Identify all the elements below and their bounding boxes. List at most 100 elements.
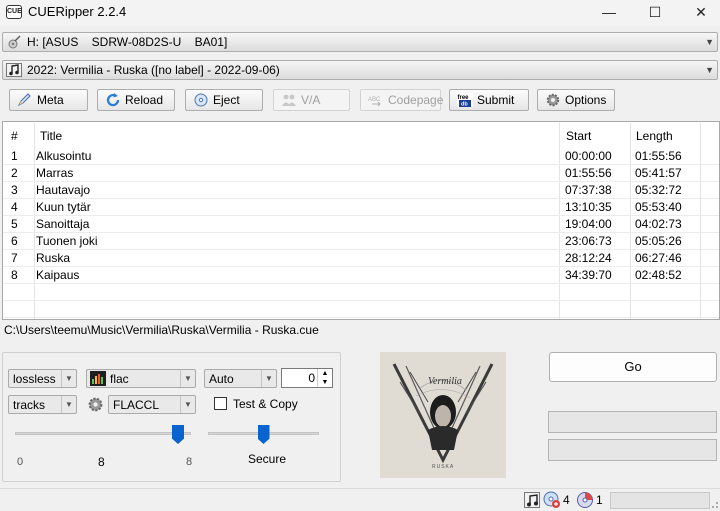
status-progress-bar [610, 492, 710, 509]
track-number: 8 [11, 268, 18, 282]
release-select-value: 2022: Vermilia - Ruska ([no label] - 202… [27, 63, 280, 77]
ctdb-disc-icon [577, 492, 593, 508]
drive-select[interactable]: H: [ASUS SDRW-08D2S-U BA01] ▼ [2, 32, 718, 52]
track-length: 02:48:52 [635, 268, 682, 282]
test-copy-checkbox[interactable] [214, 397, 227, 410]
accuraterip-disc-icon [543, 491, 560, 508]
track-title: Alkusointu [36, 149, 92, 163]
reload-icon [106, 93, 120, 107]
various-artists-icon [282, 94, 296, 106]
eject-disc-icon [194, 93, 208, 107]
release-select[interactable]: 2022: Vermilia - Ruska ([no label] - 202… [2, 60, 718, 80]
track-start: 28:12:24 [565, 251, 612, 265]
chevron-down-icon: ▼ [705, 37, 714, 47]
minimize-button[interactable]: — [586, 0, 632, 24]
album-art: Vermilia RUSKA [380, 352, 506, 478]
table-row[interactable]: 7 Ruska 28:12:24 06:27:46 [3, 250, 719, 267]
maximize-button[interactable]: ☐ [632, 0, 678, 24]
window-title: CUERipper 2.2.4 [28, 4, 127, 19]
stepper-down-icon[interactable]: ▼ [317, 378, 332, 387]
track-number: 2 [11, 166, 18, 180]
table-row[interactable]: 8 Kaipaus 34:39:70 02:48:52 [3, 267, 719, 284]
codepage-icon: ABC [368, 97, 381, 107]
test-copy-label[interactable]: Test & Copy [233, 397, 298, 411]
empty-row [3, 301, 719, 318]
column-header-number[interactable]: # [11, 129, 18, 143]
offset-mode-select[interactable]: Auto ▼ [204, 369, 277, 388]
track-start: 07:37:38 [565, 183, 612, 197]
encoder-settings-gear-icon[interactable] [87, 396, 104, 413]
svg-text:ABC: ABC [368, 97, 381, 103]
table-row[interactable]: 4 Kuun tytär 13:10:35 05:53:40 [3, 199, 719, 216]
accuraterip-count: 4 [563, 493, 570, 507]
table-row[interactable]: 1 Alkusointu 00:00:00 01:55:56 [3, 148, 719, 165]
track-title: Hautavajo [36, 183, 91, 197]
track-title: Tuonen joki [36, 234, 98, 248]
format-select[interactable]: flac ▼ [86, 369, 196, 388]
column-header-start[interactable]: Start [566, 129, 591, 143]
split-select[interactable]: tracks ▼ [8, 395, 77, 414]
compression-slider-track[interactable] [15, 432, 191, 435]
go-button[interactable]: Go [549, 352, 717, 382]
cd-drive-icon [8, 35, 21, 49]
status-bar: 4 1 [0, 488, 720, 511]
table-row[interactable]: 2 Marras 01:55:56 05:41:57 [3, 165, 719, 182]
chevron-down-icon: ▼ [61, 370, 76, 387]
music-icon [6, 63, 22, 77]
options-button[interactable]: Options [537, 89, 615, 111]
offset-mode-value: Auto [209, 372, 234, 386]
codepage-button[interactable]: ABC Codepage [360, 89, 444, 111]
ctdb-count: 1 [596, 493, 603, 507]
progress-bar-total [548, 439, 717, 461]
reload-button-label: Reload [125, 93, 164, 107]
encoder-select-value: FLACCL [113, 398, 160, 412]
format-select-value: flac [110, 372, 129, 386]
track-start: 00:00:00 [565, 149, 612, 163]
submit-button-label: Submit [477, 93, 515, 107]
track-length: 06:27:46 [635, 251, 682, 265]
track-start: 23:06:73 [565, 234, 612, 248]
table-row[interactable]: 5 Sanoittaja 19:04:00 04:02:73 [3, 216, 719, 233]
output-path: C:\Users\teemu\Music\Vermilia\Ruska\Verm… [4, 323, 319, 337]
app-icon: CUE [6, 5, 22, 19]
empty-row [3, 284, 719, 301]
codepage-button-label: Codepage [388, 93, 444, 107]
reload-button[interactable]: Reload [97, 89, 175, 111]
chevron-down-icon: ▼ [705, 65, 714, 75]
flac-icon [90, 371, 106, 386]
close-button[interactable]: ✕ [678, 0, 720, 24]
track-start: 19:04:00 [565, 217, 612, 231]
offset-value: 0 [308, 371, 315, 385]
resize-grip-icon[interactable] [712, 502, 718, 508]
drive-select-value: H: [ASUS SDRW-08D2S-U BA01] [27, 35, 228, 49]
encoder-select[interactable]: FLACCL ▼ [108, 395, 196, 414]
track-length: 05:32:72 [635, 183, 682, 197]
track-number: 1 [11, 149, 18, 163]
track-start: 01:55:56 [565, 166, 612, 180]
track-length: 01:55:56 [635, 149, 682, 163]
mode-select[interactable]: lossless ▼ [8, 369, 77, 388]
column-header-length[interactable]: Length [636, 129, 673, 143]
compression-max-label: 8 [186, 456, 193, 468]
track-number: 3 [11, 183, 18, 197]
track-length: 05:05:26 [635, 234, 682, 248]
column-header-title[interactable]: Title [40, 129, 62, 143]
table-row[interactable]: 6 Tuonen joki 23:06:73 05:05:26 [3, 233, 719, 250]
submit-button[interactable]: free db Submit [449, 89, 529, 111]
track-length: 05:41:57 [635, 166, 682, 180]
album-art-band-text: Vermilia [428, 376, 462, 387]
table-row[interactable]: 3 Hautavajo 07:37:38 05:32:72 [3, 182, 719, 199]
offset-stepper[interactable]: 0 ▲ ▼ [281, 368, 333, 388]
track-title: Sanoittaja [36, 217, 90, 231]
va-button[interactable]: V/A [273, 89, 350, 111]
stepper-up-icon[interactable]: ▲ [317, 369, 332, 378]
album-art-title-text: RUSKA [432, 464, 454, 470]
eject-button[interactable]: Eject [185, 89, 263, 111]
options-button-label: Options [565, 93, 607, 107]
svg-text:db: db [461, 102, 468, 108]
secure-mode-label: Secure [248, 452, 287, 466]
album-cover-art: Vermilia RUSKA [380, 352, 506, 478]
track-list[interactable]: # Title Start Length 1 Alkusointu 00:00:00… [2, 121, 720, 320]
meta-button[interactable]: Meta [9, 89, 88, 111]
track-length: 04:02:73 [635, 217, 682, 231]
